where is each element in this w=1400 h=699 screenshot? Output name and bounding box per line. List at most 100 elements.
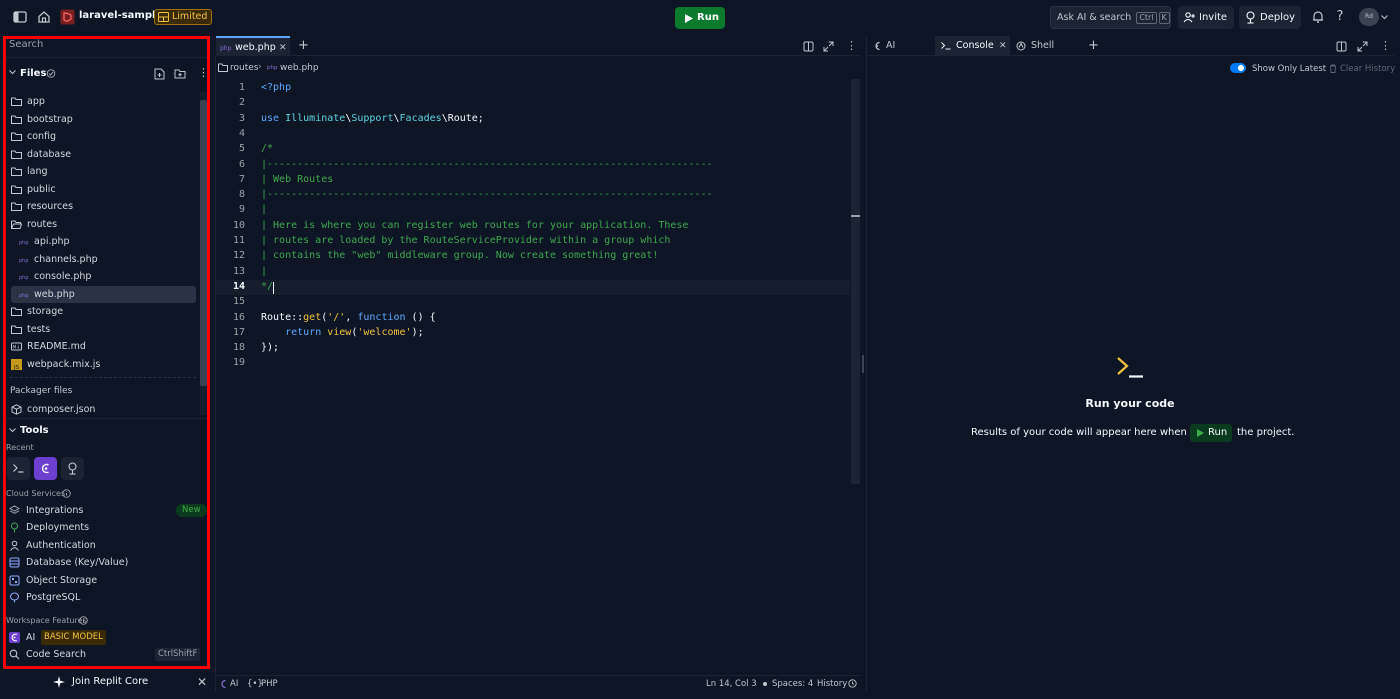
join-replit-core-button[interactable]: Join Replit Core bbox=[20, 672, 190, 692]
inline-run-button[interactable]: Run bbox=[1190, 424, 1232, 442]
new-folder-icon[interactable] bbox=[174, 68, 186, 79]
bell-icon[interactable] bbox=[1310, 9, 1326, 25]
code-line[interactable]: use Illuminate\Support\Facades\Route; bbox=[261, 113, 484, 124]
layers-icon bbox=[9, 505, 20, 516]
sidebar-scrollbar-thumb[interactable] bbox=[200, 100, 207, 386]
folder-resources[interactable]: resources bbox=[11, 198, 196, 215]
recent-deploy-button[interactable] bbox=[61, 457, 84, 480]
tool-authentication[interactable]: Authentication bbox=[9, 537, 205, 554]
file-composer-json[interactable]: composer.json bbox=[11, 401, 196, 418]
folder-routes[interactable]: routes bbox=[11, 216, 196, 233]
limited-badge[interactable]: Limited bbox=[154, 9, 213, 25]
status-lang[interactable]: PHP bbox=[261, 679, 278, 689]
status-position[interactable]: Ln 14, Col 3 bbox=[706, 679, 757, 689]
add-tab-icon[interactable]: + bbox=[1088, 38, 1099, 53]
status-ai[interactable]: AI bbox=[230, 679, 238, 689]
code-line[interactable]: | Here is where you can register web rou… bbox=[261, 220, 688, 231]
tools-chevron-icon[interactable] bbox=[9, 428, 16, 433]
status-history[interactable]: History bbox=[817, 679, 847, 689]
run-button[interactable]: Run bbox=[675, 7, 725, 29]
files-header[interactable]: Files bbox=[20, 68, 46, 79]
tool-database[interactable]: Database (Key/Value) bbox=[9, 554, 205, 571]
breadcrumb-file[interactable]: web.php bbox=[280, 63, 319, 73]
close-tab-icon[interactable]: ✕ bbox=[279, 38, 287, 58]
clear-history-button[interactable]: Clear History bbox=[1340, 64, 1395, 74]
file-label: routes bbox=[27, 219, 58, 230]
tab-label: AI bbox=[886, 40, 896, 51]
file-webpack-mix-js[interactable]: JS webpack.mix.js bbox=[11, 356, 196, 373]
panel-more-icon[interactable]: ⋮ bbox=[1380, 39, 1391, 52]
code-line[interactable]: | contains the "web" middleware group. N… bbox=[261, 250, 658, 261]
info-icon[interactable] bbox=[62, 489, 71, 498]
close-icon[interactable]: ✕ bbox=[197, 675, 207, 689]
invite-button[interactable]: Invite bbox=[1178, 6, 1234, 29]
code-line[interactable]: Route::get('/', function () { bbox=[261, 312, 436, 323]
pane-resize-handle[interactable] bbox=[862, 355, 864, 373]
project-name[interactable]: laravel-sample bbox=[79, 10, 162, 21]
split-view-icon[interactable] bbox=[803, 41, 814, 52]
ask-ai-search[interactable]: Ask AI & search Ctrl K bbox=[1050, 6, 1171, 29]
folder-database[interactable]: database bbox=[11, 146, 196, 163]
add-tab-icon[interactable]: + bbox=[298, 38, 309, 53]
code-line[interactable]: | bbox=[261, 266, 267, 277]
trash-icon bbox=[1329, 64, 1337, 73]
help-icon[interactable]: ? bbox=[1332, 9, 1348, 25]
folder-lang[interactable]: lang bbox=[11, 163, 196, 180]
folder-bootstrap[interactable]: bootstrap bbox=[11, 111, 196, 128]
split-view-icon[interactable] bbox=[1336, 41, 1347, 52]
tools-header[interactable]: Tools bbox=[20, 425, 49, 436]
files-chevron-icon[interactable] bbox=[9, 70, 16, 75]
tool-postgresql[interactable]: PostgreSQL bbox=[9, 589, 205, 606]
tab-shell[interactable]: Shell bbox=[1014, 36, 1074, 56]
folder-config[interactable]: config bbox=[11, 128, 196, 145]
sidebar-toggle-icon[interactable] bbox=[12, 9, 28, 25]
editor-scrollbar[interactable] bbox=[851, 79, 860, 484]
code-line[interactable]: <?php bbox=[261, 82, 291, 93]
folder-tests[interactable]: tests bbox=[11, 321, 196, 338]
code-line[interactable]: |---------------------------------------… bbox=[261, 189, 713, 200]
close-tab-icon[interactable]: ✕ bbox=[999, 36, 1007, 56]
deploy-button[interactable]: Deploy bbox=[1239, 6, 1301, 29]
tool-ai[interactable]: AI BASIC MODEL bbox=[9, 629, 205, 646]
tab-console[interactable]: Console ✕ bbox=[935, 36, 1010, 56]
info-icon[interactable] bbox=[79, 616, 88, 625]
show-only-latest-label[interactable]: Show Only Latest bbox=[1252, 64, 1326, 74]
editor-more-icon[interactable]: ⋮ bbox=[846, 39, 857, 52]
breadcrumb-folder[interactable]: routes bbox=[230, 63, 258, 73]
status-spaces[interactable]: Spaces: 4 bbox=[772, 679, 813, 689]
tool-deployments[interactable]: Deployments bbox=[9, 519, 205, 536]
code-line[interactable]: return view('welcome'); bbox=[261, 327, 424, 338]
avatar[interactable]: Rd bbox=[1359, 8, 1379, 26]
file-api-php[interactable]: php api.php bbox=[11, 233, 196, 250]
code-line[interactable]: /* bbox=[261, 143, 273, 154]
folder-app[interactable]: app bbox=[11, 93, 196, 110]
folder-public[interactable]: public bbox=[11, 181, 196, 198]
code-line[interactable]: | bbox=[261, 204, 267, 215]
chevron-down-icon[interactable] bbox=[1381, 15, 1388, 20]
tool-integrations[interactable]: Integrations New bbox=[9, 502, 207, 519]
file-channels-php[interactable]: php channels.php bbox=[11, 251, 196, 268]
code-line[interactable]: }); bbox=[261, 342, 279, 353]
code-search-shortcut: CtrlShiftF bbox=[155, 648, 201, 661]
home-icon[interactable] bbox=[36, 9, 52, 25]
file-web-php[interactable]: php web.php bbox=[11, 286, 196, 303]
tool-object-storage[interactable]: Object Storage bbox=[9, 572, 205, 589]
show-only-latest-toggle[interactable] bbox=[1230, 63, 1246, 73]
files-more-icon[interactable]: ⋮ bbox=[198, 67, 209, 78]
code-line[interactable]: | Web Routes bbox=[261, 174, 333, 185]
folder-storage[interactable]: storage bbox=[11, 303, 196, 320]
maximize-icon[interactable] bbox=[823, 41, 834, 52]
code-line[interactable]: */ bbox=[261, 281, 273, 292]
tab-web-php[interactable]: php web.php ✕ bbox=[216, 36, 290, 56]
file-readme-md[interactable]: M↓ README.md bbox=[11, 338, 196, 355]
new-file-icon[interactable] bbox=[154, 68, 165, 80]
code-line[interactable]: |---------------------------------------… bbox=[261, 159, 713, 170]
code-line[interactable]: | routes are loaded by the RouteServiceP… bbox=[261, 235, 670, 246]
file-console-php[interactable]: php console.php bbox=[11, 268, 196, 285]
recent-console-button[interactable] bbox=[7, 457, 30, 480]
tab-ai[interactable]: AI bbox=[870, 36, 932, 56]
recent-ai-button[interactable] bbox=[34, 457, 57, 480]
tool-code-search[interactable]: Code Search CtrlShiftF bbox=[9, 646, 205, 663]
sidebar-search-input[interactable]: Search bbox=[9, 39, 43, 50]
maximize-icon[interactable] bbox=[1357, 41, 1368, 52]
